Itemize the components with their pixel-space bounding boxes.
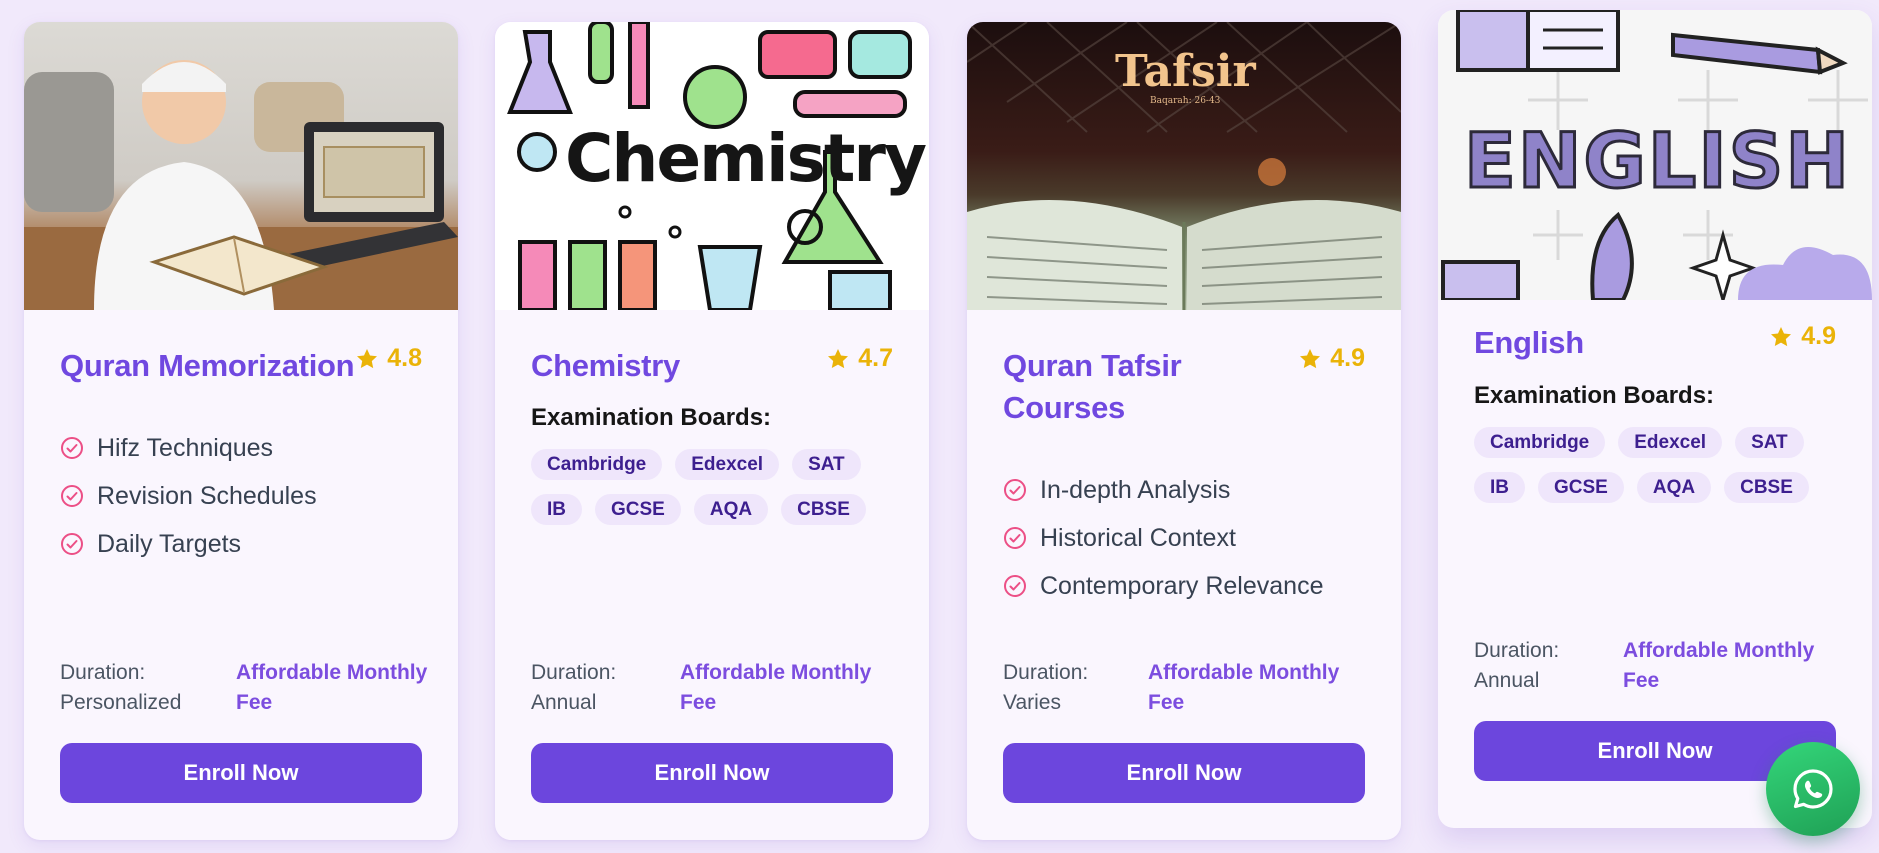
star-icon xyxy=(1300,348,1321,368)
board-chip: AQA xyxy=(693,494,769,525)
board-chip: IB xyxy=(531,494,582,525)
feature-list: Hifz Techniques Revision Schedules Daily… xyxy=(60,424,317,568)
feature-item: In-depth Analysis xyxy=(1003,466,1323,514)
feature-label: Hifz Techniques xyxy=(97,433,274,462)
image-caption-english: ENGLISH xyxy=(1463,115,1851,207)
course-image: Tafsir Baqarah: 26-43 xyxy=(967,22,1401,310)
board-chip: Cambridge xyxy=(1474,427,1606,458)
feature-item: Hifz Techniques xyxy=(60,424,317,472)
check-circle-icon xyxy=(61,533,83,555)
enroll-now-button[interactable]: Enroll Now xyxy=(60,743,422,803)
rating-value: 4.8 xyxy=(387,344,422,372)
course-image: ENGLISH xyxy=(1438,10,1872,300)
feature-list: In-depth Analysis Historical Context Con… xyxy=(1003,466,1323,610)
boards-label: Examination Boards: xyxy=(1474,382,1715,409)
feature-item: Contemporary Relevance xyxy=(1003,562,1323,610)
check-circle-icon xyxy=(1004,479,1026,501)
image-caption-chemistry: Chemistry xyxy=(565,120,927,197)
enroll-now-button[interactable]: Enroll Now xyxy=(1003,743,1365,803)
course-rating: 4.7 xyxy=(826,344,893,373)
board-chip: CBSE xyxy=(781,494,866,525)
board-chip: GCSE xyxy=(1538,472,1624,503)
course-rating: 4.9 xyxy=(1298,344,1365,373)
rating-value: 4.9 xyxy=(1330,344,1365,372)
feature-item: Revision Schedules xyxy=(60,472,317,520)
fee-text: Affordable Monthly Fee xyxy=(1148,661,1340,714)
duration-info: Duration: Annual xyxy=(1474,636,1614,696)
duration-value: Annual xyxy=(1474,669,1540,692)
card-body: Chemistry 4.7 Examination Boards: Cambri… xyxy=(495,310,929,840)
duration-label: Duration: xyxy=(531,661,617,684)
course-rating: 4.9 xyxy=(1769,322,1836,351)
board-chip: IB xyxy=(1474,472,1525,503)
duration-info: Duration: Personalized xyxy=(60,658,200,718)
card-body: Quran Memorization 4.8 Hifz Techniques R… xyxy=(24,310,458,840)
duration-value: Personalized xyxy=(60,691,182,714)
boy-reading-quran-illustration xyxy=(24,60,458,310)
board-chip: Cambridge xyxy=(531,449,663,480)
duration-value: Annual xyxy=(531,691,597,714)
duration-label: Duration: xyxy=(1003,661,1089,684)
card-body: Quran Tafsir Courses 4.9 In-depth Analys… xyxy=(967,310,1401,840)
course-card-chemistry: Chemistry Chemistry 4.7 Examination Boar… xyxy=(495,22,929,840)
fee-text: Affordable Monthly Fee xyxy=(1623,639,1815,692)
feature-label: Revision Schedules xyxy=(97,481,317,510)
feature-item: Daily Targets xyxy=(60,520,317,568)
feature-item: Historical Context xyxy=(1003,514,1323,562)
duration-info: Duration: Varies xyxy=(1003,658,1143,718)
image-caption-tafsir: Tafsir xyxy=(1115,46,1256,97)
course-image xyxy=(24,22,458,310)
duration-label: Duration: xyxy=(60,661,146,684)
duration-info: Duration: Annual xyxy=(531,658,671,718)
check-circle-icon xyxy=(61,485,83,507)
star-icon xyxy=(828,348,849,368)
rating-value: 4.9 xyxy=(1801,322,1836,350)
check-circle-icon xyxy=(1004,527,1026,549)
feature-label: Contemporary Relevance xyxy=(1040,571,1324,600)
course-image: Chemistry xyxy=(495,22,929,310)
check-circle-icon xyxy=(1004,575,1026,597)
boards-label: Examination Boards: xyxy=(531,404,772,431)
board-chip: Edexcel xyxy=(675,449,780,480)
rating-value: 4.7 xyxy=(858,344,893,372)
course-rating: 4.8 xyxy=(355,344,422,373)
check-circle-icon xyxy=(61,437,83,459)
course-card-english: ENGLISH English 4.9 Examination Boards: … xyxy=(1438,10,1872,828)
star-icon xyxy=(1771,326,1792,346)
feature-label: In-depth Analysis xyxy=(1040,475,1231,504)
course-title[interactable]: Quran Memorization xyxy=(60,345,360,387)
enroll-now-button[interactable]: Enroll Now xyxy=(531,743,893,803)
board-chip: SAT xyxy=(1735,427,1804,458)
board-chip: CBSE xyxy=(1724,472,1809,503)
image-subcaption-tafsir: Baqarah: 26-43 xyxy=(1150,96,1221,106)
board-chip: Edexcel xyxy=(1618,427,1723,458)
board-chip: SAT xyxy=(792,449,861,480)
course-title[interactable]: English xyxy=(1474,322,1774,364)
fee-text: Affordable Monthly Fee xyxy=(236,661,428,714)
star-icon xyxy=(357,348,378,368)
board-chip: GCSE xyxy=(595,494,681,525)
whatsapp-icon xyxy=(1793,769,1833,809)
duration-label: Duration: xyxy=(1474,639,1560,662)
feature-label: Daily Targets xyxy=(97,529,242,558)
course-title[interactable]: Quran Tafsir Courses xyxy=(1003,345,1303,429)
board-chip: AQA xyxy=(1636,472,1712,503)
feature-label: Historical Context xyxy=(1040,523,1236,552)
exam-board-list: Cambridge Edexcel SAT IB GCSE AQA CBSE xyxy=(531,449,911,525)
fee-text: Affordable Monthly Fee xyxy=(680,661,872,714)
course-title[interactable]: Chemistry xyxy=(531,345,831,387)
exam-board-list: Cambridge Edexcel SAT IB GCSE AQA CBSE xyxy=(1474,427,1854,503)
course-card-quran-tafsir: Tafsir Baqarah: 26-43 Quran Tafsir Cours… xyxy=(967,22,1401,840)
course-card-quran-memorization: Quran Memorization 4.8 Hifz Techniques R… xyxy=(24,22,458,840)
duration-value: Varies xyxy=(1003,691,1061,714)
whatsapp-chat-button[interactable] xyxy=(1766,742,1860,836)
